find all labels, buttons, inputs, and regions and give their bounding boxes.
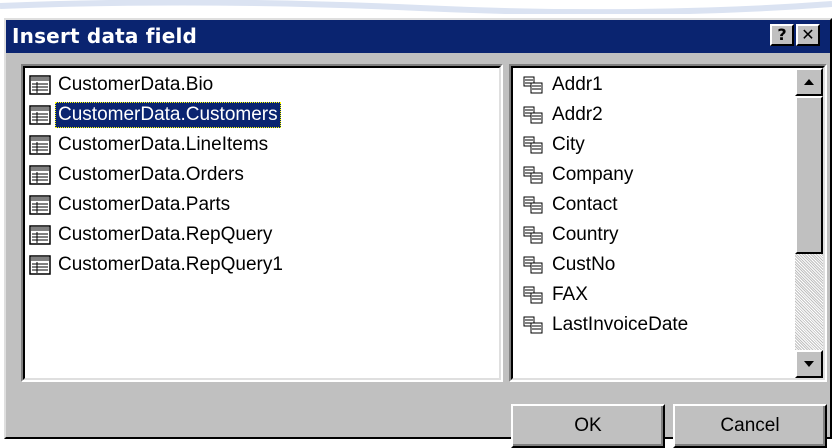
field-icon [523,166,543,184]
field-icon [523,226,543,244]
field-list-item[interactable]: FAX [515,280,791,310]
close-button[interactable]: ✕ [796,24,820,46]
field-list-item[interactable]: Company [515,160,791,190]
table-icon [29,104,51,126]
field-icon [523,256,543,274]
table-icon [29,224,51,246]
field-list-item-label: LastInvoiceDate [552,314,689,335]
table-list-item-label: CustomerData.Customers [55,102,281,128]
insert-data-field-dialog: Insert data field ? ✕ CustomerData.Bio C… [4,18,832,448]
ok-button[interactable]: OK [511,404,665,448]
field-list-item-label: Addr2 [552,104,603,125]
table-list-item[interactable]: CustomerData.Bio [27,70,499,100]
table-list-item[interactable]: CustomerData.RepQuery1 [27,250,499,280]
field-icon [523,286,543,304]
table-list-item[interactable]: CustomerData.Parts [27,190,499,220]
field-list-item[interactable]: City [515,130,791,160]
table-list-item-label: CustomerData.LineItems [58,134,269,155]
field-list-item[interactable]: Contact [515,190,791,220]
table-list-item-selected[interactable]: CustomerData.Customers [27,100,499,130]
field-icon [523,76,543,94]
field-list-item-label: City [552,134,585,155]
fields-listbox[interactable]: Addr1 Addr2 City Company Contact Country… [509,64,827,382]
table-icon [29,194,51,216]
help-button[interactable]: ? [770,24,794,46]
field-icon [523,106,543,124]
dialog-title: Insert data field [12,24,198,48]
scrollbar-thumb[interactable] [795,96,823,254]
field-list-item[interactable]: CustNo [515,250,791,280]
help-icon: ? [777,25,787,44]
arrow-down-icon [804,361,814,367]
table-list-item-label: CustomerData.RepQuery1 [58,254,283,275]
field-icon [523,316,543,334]
field-list-item-label: Addr1 [552,74,603,95]
table-list-item[interactable]: CustomerData.RepQuery [27,220,499,250]
cancel-button[interactable]: Cancel [673,404,827,448]
table-icon [29,164,51,186]
field-list-item-label: FAX [552,284,588,305]
background-decoration [0,0,832,14]
field-list-item-label: Country [552,224,619,245]
table-list-item-label: CustomerData.Parts [58,194,231,215]
table-icon [29,134,51,156]
close-icon: ✕ [801,25,815,44]
table-list-item-label: CustomerData.RepQuery [58,224,273,245]
field-list-item[interactable]: Addr1 [515,70,791,100]
table-list-item-label: CustomerData.Orders [58,164,244,185]
table-list-item[interactable]: CustomerData.LineItems [27,130,499,160]
table-icon [29,254,51,276]
field-icon [523,136,543,154]
table-icon [29,74,51,96]
field-list-item-label: CustNo [552,254,616,275]
field-list-item[interactable]: Country [515,220,791,250]
tables-listbox[interactable]: CustomerData.Bio CustomerData.Customers … [21,64,503,382]
title-bar[interactable]: Insert data field ? ✕ [6,20,830,53]
arrow-up-icon [804,79,814,85]
scroll-up-button[interactable] [795,68,823,96]
fields-scrollbar[interactable] [795,68,823,378]
field-icon [523,196,543,214]
field-list-item[interactable]: LastInvoiceDate [515,310,791,340]
table-list-item-label: CustomerData.Bio [58,74,214,95]
field-list-item-label: Company [552,164,634,185]
table-list-item[interactable]: CustomerData.Orders [27,160,499,190]
scroll-down-button[interactable] [795,350,823,378]
field-list-item-label: Contact [552,194,618,215]
field-list-item[interactable]: Addr2 [515,100,791,130]
